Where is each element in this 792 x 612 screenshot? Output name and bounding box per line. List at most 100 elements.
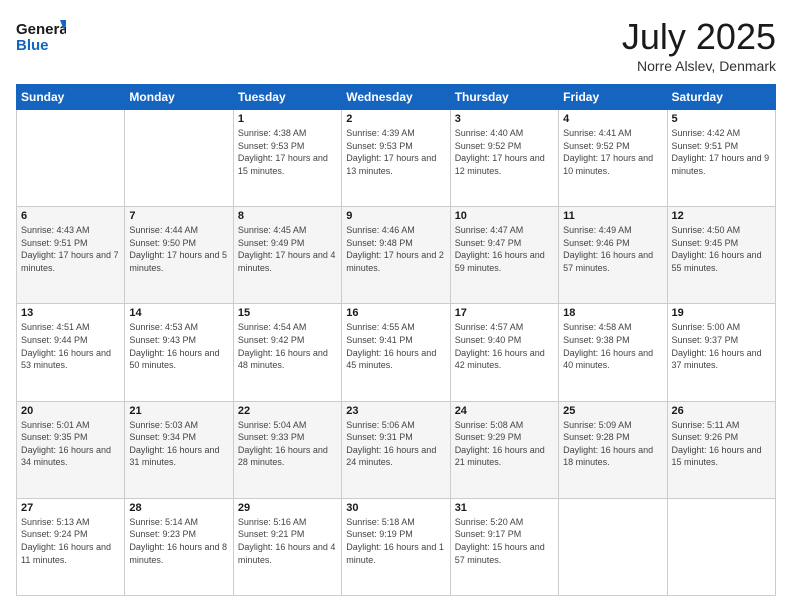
calendar-cell: 28Sunrise: 5:14 AM Sunset: 9:23 PM Dayli… [125,498,233,595]
calendar-cell: 4Sunrise: 4:41 AM Sunset: 9:52 PM Daylig… [559,110,667,207]
day-info: Sunrise: 4:47 AM Sunset: 9:47 PM Dayligh… [455,224,554,274]
calendar-page: General Blue July 2025 Norre Alslev, Den… [0,0,792,612]
calendar-cell: 1 Sunrise: 4:38 AM Sunset: 9:53 PM Daylig… [233,110,341,207]
day-info: Sunrise: 5:03 AM Sunset: 9:34 PM Dayligh… [129,419,228,469]
day-info: Sunrise: 5:18 AM Sunset: 9:19 PM Dayligh… [346,516,445,566]
calendar-cell: 13Sunrise: 4:51 AM Sunset: 9:44 PM Dayli… [17,304,125,401]
day-info: Sunrise: 4:51 AM Sunset: 9:44 PM Dayligh… [21,321,120,371]
calendar-cell [125,110,233,207]
calendar-cell: 24 Sunrise: 5:08 AM Sunset: 9:29 PM Dayli… [450,401,558,498]
day-number: 31 [455,502,554,514]
calendar-cell: 12Sunrise: 4:50 AM Sunset: 9:45 PM Dayli… [667,207,775,304]
day-info: Sunrise: 4:55 AM Sunset: 9:41 PM Dayligh… [346,321,445,371]
calendar-cell: 10 Sunrise: 4:47 AM Sunset: 9:47 PM Dayli… [450,207,558,304]
calendar-cell [667,498,775,595]
day-info: Sunrise: 5:14 AM Sunset: 9:23 PM Dayligh… [129,516,228,566]
day-info: Sunrise: 4:43 AM Sunset: 9:51 PM Dayligh… [21,224,120,274]
day-info: Sunrise: 5:20 AM Sunset: 9:17 PM Dayligh… [455,516,554,566]
week-row-2: 6 Sunrise: 4:43 AM Sunset: 9:51 PM Daylig… [17,207,776,304]
day-number: 23 [346,405,445,417]
day-number: 15 [238,307,337,319]
day-number: 16 [346,307,445,319]
calendar-cell: 27 Sunrise: 5:13 AM Sunset: 9:24 PM Dayli… [17,498,125,595]
day-info: Sunrise: 5:06 AM Sunset: 9:31 PM Dayligh… [346,419,445,469]
day-number: 1 [238,113,337,125]
day-number: 11 [563,210,662,222]
location: Norre Alslev, Denmark [622,58,776,74]
calendar-cell: 9Sunrise: 4:46 AM Sunset: 9:48 PM Daylig… [342,207,450,304]
week-row-4: 20Sunrise: 5:01 AM Sunset: 9:35 PM Dayli… [17,401,776,498]
day-number: 6 [21,210,120,222]
calendar-cell: 6 Sunrise: 4:43 AM Sunset: 9:51 PM Daylig… [17,207,125,304]
calendar-table: SundayMondayTuesdayWednesdayThursdayFrid… [16,84,776,596]
calendar-cell: 31 Sunrise: 5:20 AM Sunset: 9:17 PM Dayli… [450,498,558,595]
svg-text:General: General [16,21,66,38]
day-info: Sunrise: 5:04 AM Sunset: 9:33 PM Dayligh… [238,419,337,469]
calendar-cell: 7 Sunrise: 4:44 AM Sunset: 9:50 PM Daylig… [125,207,233,304]
day-number: 22 [238,405,337,417]
calendar-cell: 19 Sunrise: 5:00 AM Sunset: 9:37 PM Dayli… [667,304,775,401]
header: General Blue July 2025 Norre Alslev, Den… [16,16,776,74]
day-info: Sunrise: 5:08 AM Sunset: 9:29 PM Dayligh… [455,419,554,469]
header-wednesday: Wednesday [342,85,450,110]
day-number: 30 [346,502,445,514]
calendar-cell: 16 Sunrise: 4:55 AM Sunset: 9:41 PM Dayli… [342,304,450,401]
week-row-1: 1 Sunrise: 4:38 AM Sunset: 9:53 PM Daylig… [17,110,776,207]
calendar-cell: 21 Sunrise: 5:03 AM Sunset: 9:34 PM Dayli… [125,401,233,498]
day-number: 20 [21,405,120,417]
day-number: 12 [672,210,771,222]
day-number: 2 [346,113,445,125]
calendar-cell: 25 Sunrise: 5:09 AM Sunset: 9:28 PM Dayli… [559,401,667,498]
day-info: Sunrise: 4:58 AM Sunset: 9:38 PM Dayligh… [563,321,662,371]
calendar-cell: 14 Sunrise: 4:53 AM Sunset: 9:43 PM Dayli… [125,304,233,401]
day-number: 18 [563,307,662,319]
day-number: 3 [455,113,554,125]
day-info: Sunrise: 4:53 AM Sunset: 9:43 PM Dayligh… [129,321,228,371]
calendar-cell: 29Sunrise: 5:16 AM Sunset: 9:21 PM Dayli… [233,498,341,595]
calendar-cell: 8 Sunrise: 4:45 AM Sunset: 9:49 PM Daylig… [233,207,341,304]
day-info: Sunrise: 5:00 AM Sunset: 9:37 PM Dayligh… [672,321,771,371]
header-friday: Friday [559,85,667,110]
calendar-cell: 3Sunrise: 4:40 AM Sunset: 9:52 PM Daylig… [450,110,558,207]
month-title: July 2025 [622,16,776,58]
day-number: 19 [672,307,771,319]
week-row-5: 27 Sunrise: 5:13 AM Sunset: 9:24 PM Dayli… [17,498,776,595]
title-block: July 2025 Norre Alslev, Denmark [622,16,776,74]
day-info: Sunrise: 5:13 AM Sunset: 9:24 PM Dayligh… [21,516,120,566]
calendar-cell: 17Sunrise: 4:57 AM Sunset: 9:40 PM Dayli… [450,304,558,401]
day-number: 27 [21,502,120,514]
calendar-cell: 11Sunrise: 4:49 AM Sunset: 9:46 PM Dayli… [559,207,667,304]
day-number: 7 [129,210,228,222]
day-info: Sunrise: 4:44 AM Sunset: 9:50 PM Dayligh… [129,224,228,274]
calendar-cell: 20Sunrise: 5:01 AM Sunset: 9:35 PM Dayli… [17,401,125,498]
calendar-cell: 30 Sunrise: 5:18 AM Sunset: 9:19 PM Dayli… [342,498,450,595]
day-number: 21 [129,405,228,417]
day-info: Sunrise: 5:09 AM Sunset: 9:28 PM Dayligh… [563,419,662,469]
day-number: 14 [129,307,228,319]
day-info: Sunrise: 4:38 AM Sunset: 9:53 PM Dayligh… [238,127,337,177]
calendar-cell: 5Sunrise: 4:42 AM Sunset: 9:51 PM Daylig… [667,110,775,207]
day-number: 26 [672,405,771,417]
day-number: 9 [346,210,445,222]
header-thursday: Thursday [450,85,558,110]
calendar-cell: 22 Sunrise: 5:04 AM Sunset: 9:33 PM Dayli… [233,401,341,498]
header-monday: Monday [125,85,233,110]
day-number: 24 [455,405,554,417]
calendar-cell: 18 Sunrise: 4:58 AM Sunset: 9:38 PM Dayli… [559,304,667,401]
calendar-cell [17,110,125,207]
day-info: Sunrise: 4:45 AM Sunset: 9:49 PM Dayligh… [238,224,337,274]
day-number: 10 [455,210,554,222]
day-number: 4 [563,113,662,125]
calendar-cell: 2 Sunrise: 4:39 AM Sunset: 9:53 PM Daylig… [342,110,450,207]
day-info: Sunrise: 4:39 AM Sunset: 9:53 PM Dayligh… [346,127,445,177]
logo: General Blue [16,16,66,58]
day-info: Sunrise: 4:54 AM Sunset: 9:42 PM Dayligh… [238,321,337,371]
day-number: 8 [238,210,337,222]
calendar-cell: 26Sunrise: 5:11 AM Sunset: 9:26 PM Dayli… [667,401,775,498]
day-number: 25 [563,405,662,417]
day-info: Sunrise: 5:16 AM Sunset: 9:21 PM Dayligh… [238,516,337,566]
day-info: Sunrise: 4:57 AM Sunset: 9:40 PM Dayligh… [455,321,554,371]
day-number: 5 [672,113,771,125]
header-sunday: Sunday [17,85,125,110]
header-saturday: Saturday [667,85,775,110]
